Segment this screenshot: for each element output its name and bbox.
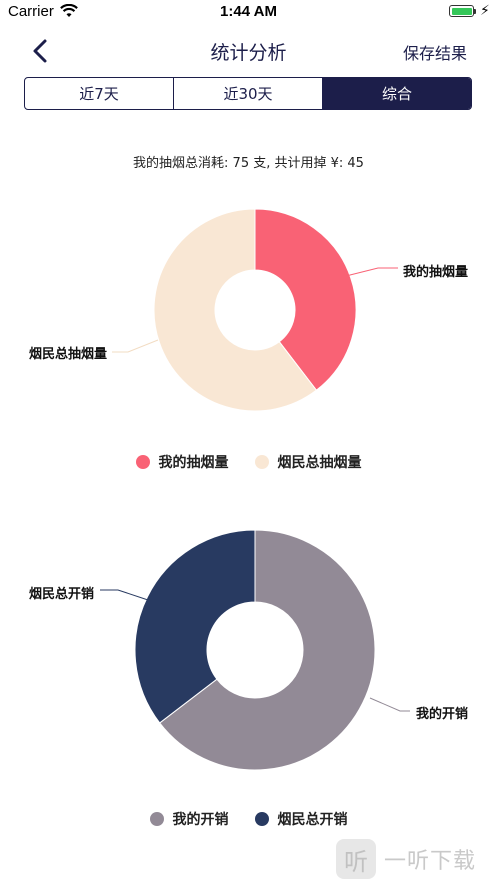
watermark-logo-icon: 听	[336, 839, 376, 879]
legend-item-my-smoking: 我的抽烟量	[135, 452, 229, 472]
chart-1-legend: 我的抽烟量 烟民总抽烟量	[0, 452, 497, 472]
legend-label-my-smoking: 我的抽烟量	[158, 455, 229, 471]
chart-2-legend: 我的开销 烟民总开销	[0, 809, 497, 829]
legend-dot-total-smoking	[254, 455, 269, 469]
slice-label-total-spending: 烟民总开销	[29, 586, 94, 602]
slice-label-my-smoking: 我的抽烟量	[403, 264, 468, 280]
legend-item-total-smoking: 烟民总抽烟量	[254, 452, 362, 472]
legend-label-my-spending: 我的开销	[172, 812, 229, 828]
label-line-my-smoking	[345, 267, 398, 277]
legend-label-total-spending: 烟民总开销	[277, 812, 348, 828]
legend-dot-total-spending	[254, 812, 269, 826]
charts-canvas: 我的抽烟量烟民总抽烟量我的开销烟民总开销	[29, 208, 468, 771]
legend-item-my-spending: 我的开销	[149, 809, 229, 829]
watermark-text: 一听下载	[384, 849, 477, 874]
legend-dot-my-spending	[149, 812, 164, 826]
legend-item-total-spending: 烟民总开销	[254, 809, 348, 829]
slice-label-total-smoking: 烟民总抽烟量	[29, 346, 107, 362]
label-line-total-spending	[100, 589, 149, 601]
slice-label-my-spending: 我的开销	[416, 706, 468, 722]
watermark: 听 一听下载	[336, 837, 476, 881]
legend-dot-my-smoking	[135, 455, 150, 469]
legend-label-total-smoking: 烟民总抽烟量	[277, 455, 362, 471]
label-line-my-spending	[369, 697, 410, 712]
label-line-total-smoking	[112, 339, 159, 353]
